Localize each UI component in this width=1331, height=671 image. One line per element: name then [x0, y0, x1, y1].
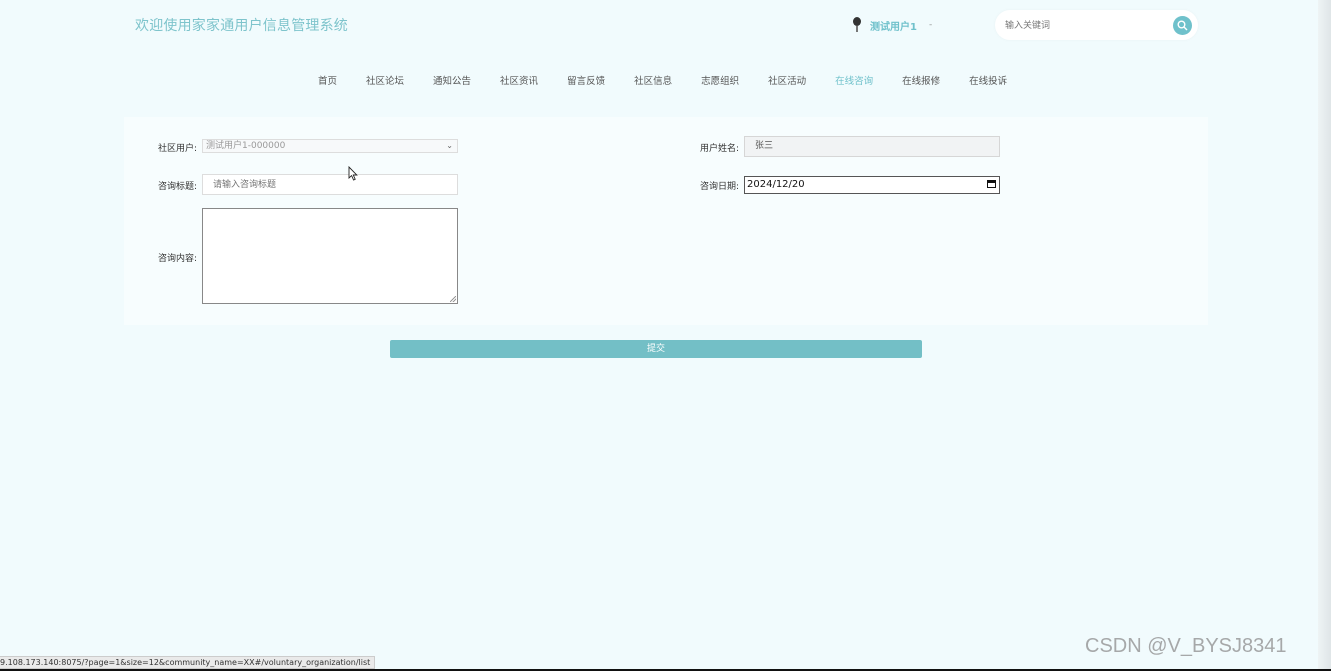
search-input[interactable]: [1003, 16, 1167, 36]
nav-item-volunteer[interactable]: 志愿组织: [701, 73, 739, 87]
nav-item-news[interactable]: 社区资讯: [500, 73, 538, 87]
submit-button[interactable]: 提交: [390, 340, 922, 358]
calendar-icon[interactable]: [987, 180, 996, 188]
watermark: CSDN @V_BYSJ8341: [1085, 635, 1287, 657]
date-value: 2024/12/20: [747, 179, 805, 190]
consult-form: 社区用户: 测试用户1-000000 ⌄ 用户姓名: 张三 咨询标题: 咨询日期…: [124, 117, 1208, 325]
user-avatar-icon: [850, 16, 864, 34]
search-icon: [1177, 20, 1188, 31]
user-name-value: 张三: [755, 141, 774, 151]
nav-item-activity[interactable]: 社区活动: [768, 73, 806, 87]
search-button[interactable]: [1173, 16, 1192, 35]
chevron-down-icon: ⌄: [446, 141, 453, 150]
resize-handle-icon[interactable]: [450, 296, 456, 302]
title-input[interactable]: [202, 174, 458, 195]
nav-item-feedback[interactable]: 留言反馈: [567, 73, 605, 87]
user-name-field[interactable]: 张三: [744, 136, 1000, 157]
user-name[interactable]: 测试用户1: [870, 18, 917, 33]
nav-item-forum[interactable]: 社区论坛: [366, 73, 404, 87]
window-edge: [1318, 0, 1331, 671]
community-user-select[interactable]: 测试用户1-000000 ⌄: [202, 139, 458, 153]
user-menu-caret[interactable]: -: [929, 20, 932, 30]
mouse-cursor-icon: [348, 166, 358, 181]
date-input[interactable]: 2024/12/20: [744, 176, 1000, 194]
nav-item-notice[interactable]: 通知公告: [433, 73, 471, 87]
user-name-label: 用户姓名:: [700, 144, 740, 154]
date-label: 咨询日期:: [700, 182, 740, 192]
status-url: 9.108.173.140:8075/?page=1&size=12&commu…: [0, 656, 376, 669]
user-menu[interactable]: 测试用户1 -: [850, 15, 932, 35]
site-title: 欢迎使用家家通用户信息管理系统: [135, 18, 348, 34]
nav-item-repair[interactable]: 在线报修: [902, 73, 940, 87]
nav-item-complaint[interactable]: 在线投诉: [969, 73, 1007, 87]
nav-item-community-info[interactable]: 社区信息: [634, 73, 672, 87]
content-textarea[interactable]: [202, 208, 458, 304]
community-user-value: 测试用户1-000000: [206, 141, 286, 151]
title-label: 咨询标题:: [158, 182, 198, 192]
community-user-label: 社区用户:: [158, 144, 198, 154]
main-nav: 首页 社区论坛 通知公告 社区资讯 留言反馈 社区信息 志愿组织 社区活动 在线…: [318, 73, 1036, 87]
search-box: [995, 10, 1198, 40]
nav-item-home[interactable]: 首页: [318, 73, 337, 87]
content-label: 咨询内容:: [158, 254, 198, 264]
nav-item-consult[interactable]: 在线咨询: [835, 73, 873, 87]
